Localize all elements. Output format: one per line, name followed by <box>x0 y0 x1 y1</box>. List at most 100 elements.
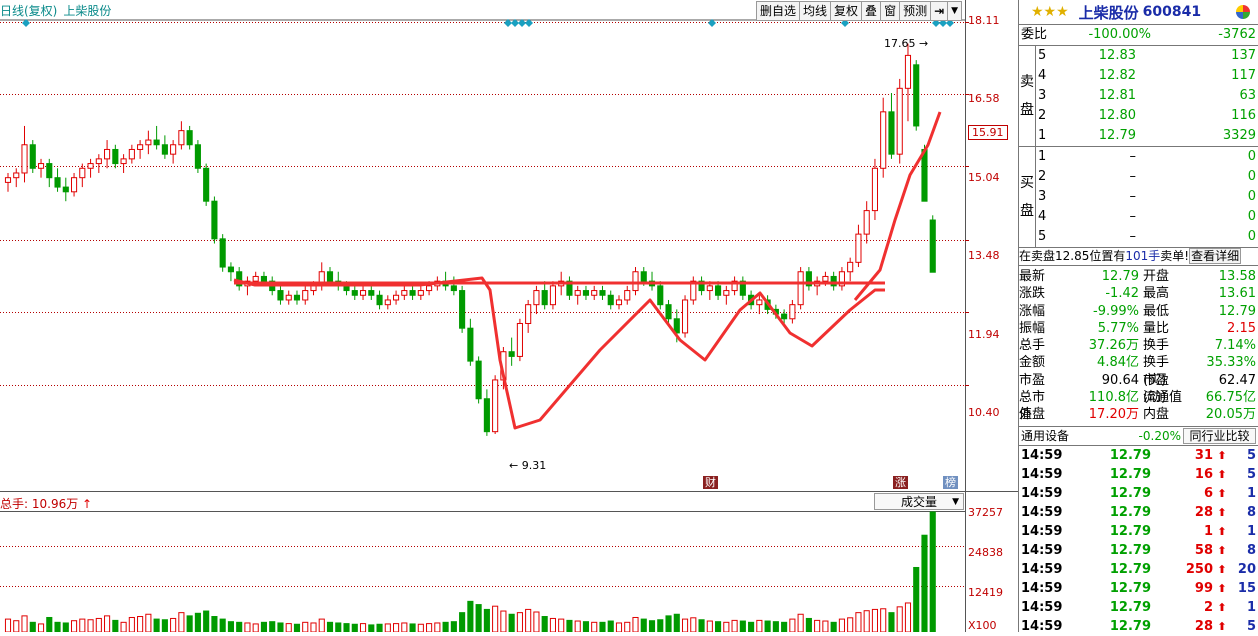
quote-row: 最新 12.79 开盘 13.58 <box>1019 268 1258 285</box>
up-arrow-icon: ⬆ <box>1217 505 1227 519</box>
panel-header: ★★★ 上柴股份 600841 <box>1019 0 1258 25</box>
tick-v: 1 <box>1203 523 1213 539</box>
volume-bar <box>219 618 226 632</box>
candle-body <box>756 299 763 306</box>
kline-canvas[interactable] <box>0 0 1018 632</box>
indicator-select[interactable]: 成交量 ▼ <box>874 493 964 510</box>
buy-level[interactable]: 4–0 <box>1036 207 1258 227</box>
tick-p: 12.79 <box>1109 447 1151 463</box>
volume-bar <box>54 621 61 632</box>
tick-t: 14:59 <box>1021 599 1063 615</box>
sell-level[interactable]: 3 12.81 63 <box>1036 86 1258 106</box>
candle-body <box>450 285 457 292</box>
volume-bar <box>483 608 490 632</box>
candle-body <box>715 285 722 296</box>
quote-row: 市盈 90.64 市盈(动) 62.47 <box>1019 372 1258 406</box>
quote-value: 62.47 <box>1218 372 1256 388</box>
sell-level[interactable]: 1 12.79 3329 <box>1036 126 1258 146</box>
volume-bar <box>558 618 565 632</box>
overlay-button[interactable]: 叠 <box>861 1 882 21</box>
volume-bar <box>244 622 251 632</box>
jump-to-end-icon[interactable]: ⇥ <box>930 1 949 21</box>
industry-compare-button[interactable]: 同行业比较 <box>1183 427 1256 444</box>
volume-bar <box>748 621 755 632</box>
panel-stock-name: 上柴股份 <box>1078 3 1139 22</box>
candle-body <box>343 285 350 292</box>
up-arrow-icon: ⬆ <box>1217 581 1227 595</box>
tick-row: 14:59 12.79 31 ⬆ 5 <box>1019 446 1258 465</box>
forecast-button[interactable]: 预测 <box>899 1 932 21</box>
view-detail-button[interactable]: 查看详细 <box>1189 248 1242 264</box>
volume-bar <box>797 613 804 632</box>
candle-body <box>483 398 490 433</box>
tick-n: 8 <box>1246 504 1256 520</box>
volume-bar <box>227 621 234 632</box>
volume-bar <box>87 619 94 632</box>
price-tick: 16.58 <box>968 92 1000 105</box>
up-arrow-icon: ⬆ <box>1217 448 1227 462</box>
candle-body <box>615 299 623 306</box>
candle-body <box>426 285 433 292</box>
candle-body <box>112 148 119 165</box>
candle-body <box>913 64 920 127</box>
candle-body <box>95 158 102 165</box>
candle-body <box>781 313 788 320</box>
quote-value: 66.75亿 <box>1205 390 1256 406</box>
candle-body <box>29 144 36 169</box>
volume-bar <box>624 621 631 632</box>
buy-level[interactable]: 2–0 <box>1036 167 1258 187</box>
tick-row: 14:59 12.79 28 ⬆ 8 <box>1019 503 1258 522</box>
volume-bar <box>929 511 936 632</box>
candle-body <box>541 290 548 306</box>
quote-label: 市盈(动) <box>1143 372 1170 406</box>
quote-value: 4.84亿 <box>1097 355 1139 371</box>
tick-v: 28 <box>1194 618 1213 634</box>
event-finance-badge[interactable]: 财 <box>703 476 718 489</box>
tick-row: 14:59 12.79 16 ⬆ 5 <box>1019 465 1258 484</box>
candle-body <box>153 139 160 146</box>
window-button[interactable]: 窗 <box>880 1 901 21</box>
sell-level[interactable]: 2 12.80 116 <box>1036 106 1258 126</box>
candle-body <box>492 379 499 433</box>
candle-body <box>574 290 581 296</box>
volume-bar <box>37 623 45 632</box>
volume-bar <box>326 621 334 632</box>
candle-body <box>591 290 598 296</box>
volume-bar <box>781 621 788 632</box>
quote-label: 总手 <box>1019 338 1046 354</box>
quote-label: 开盘 <box>1143 269 1170 284</box>
quote-row: 总市值 110.8亿 流通值 66.75亿 <box>1019 389 1258 422</box>
adjust-button[interactable]: 复权 <box>830 1 863 21</box>
candle-body <box>4 177 12 183</box>
volume-bar <box>426 623 433 632</box>
event-limitup-badge[interactable]: 涨 <box>893 476 908 489</box>
candle-body <box>929 219 936 273</box>
candle-body <box>285 294 292 301</box>
tick-n: 15 <box>1237 580 1256 596</box>
price-tick: 18.11 <box>968 14 1000 27</box>
candle-body <box>459 290 466 329</box>
candle-body <box>37 163 45 169</box>
volume-bar <box>549 617 556 632</box>
sell-level[interactable]: 4 12.82 117 <box>1036 66 1258 86</box>
event-list-badge[interactable]: 榜 <box>943 476 958 489</box>
remove-watchlist-button[interactable]: 删自选 <box>756 1 801 21</box>
kline-chart-area[interactable]: 日线(复权) 上柴股份 删自选 均线 复权 叠 窗 预测 ⇥ ▼ 18.11 16… <box>0 0 1018 632</box>
volume-bar <box>541 616 548 632</box>
candle-body <box>87 163 94 169</box>
moving-average-button[interactable]: 均线 <box>799 1 832 21</box>
candle-body <box>822 275 829 282</box>
industry-name[interactable]: 通用设备 <box>1019 427 1081 445</box>
candle-body <box>393 294 400 301</box>
buy-level[interactable]: 3–0 <box>1036 187 1258 207</box>
quote-value: 13.61 <box>1218 286 1256 302</box>
buy-level[interactable]: 5–0 <box>1036 227 1258 247</box>
sell-level[interactable]: 5 12.83 137 <box>1036 46 1258 66</box>
app-logo-icon[interactable] <box>1236 5 1250 19</box>
volume-bar <box>170 617 177 632</box>
dropdown-arrow-icon[interactable]: ▼ <box>947 1 963 21</box>
candle-body <box>310 285 317 292</box>
buy-level[interactable]: 1–0 <box>1036 147 1258 167</box>
candle-body <box>475 360 482 400</box>
tick-list[interactable]: 14:59 12.79 31 ⬆ 5 14:59 12.79 16 ⬆ 5 14:59 12.79 6 ⬆… <box>1019 446 1258 636</box>
